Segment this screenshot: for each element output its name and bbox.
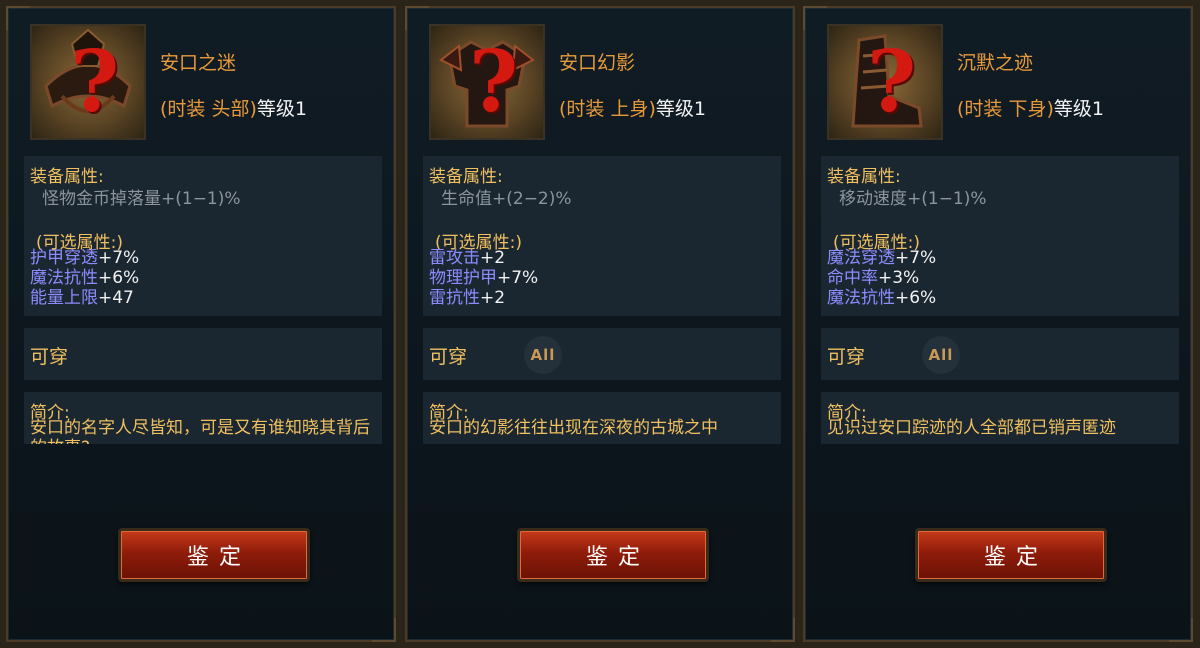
attributes-section: 装备属性: 怪物金币掉落量+(1−1)% (可选属性:) 护甲穿透+7% 魔法抗… — [24, 156, 382, 316]
item-card-upper-body: ? 安口幻影 (时装 上身)等级1 装备属性: 生命值+(2−2)% (可选属性… — [405, 6, 795, 642]
item-type-level: (时装 上身)等级1 — [559, 94, 706, 121]
optional-attribute: 魔法抗性+6% — [827, 288, 937, 308]
optional-attribute: 雷抗性+2 — [429, 288, 506, 308]
description-text: 安口的幻影往往出现在深夜的古城之中 — [429, 418, 718, 438]
identify-button[interactable]: 鉴定 — [517, 528, 709, 582]
item-name: 安口幻影 — [559, 52, 636, 74]
class-all-badge: All — [922, 336, 960, 374]
wearable-label: 可穿 — [30, 346, 69, 368]
identify-button[interactable]: 鉴定 — [915, 528, 1107, 582]
base-attribute: 怪物金币掉落量+(1−1)% — [42, 189, 241, 209]
item-thumbnail[interactable]: ? — [30, 24, 146, 140]
description-section: 简介: 安口的幻影往往出现在深夜的古城之中 — [423, 392, 781, 444]
item-level: 等级1 — [1053, 98, 1104, 120]
description-section: 简介: 安口的名字人尽皆知，可是又有谁知晓其背后的故事? — [24, 392, 382, 444]
item-slot: (时装 上身) — [559, 98, 656, 120]
class-all-badge: All — [524, 336, 562, 374]
optional-attribute: 魔法穿透+7% — [827, 248, 937, 268]
identify-button[interactable]: 鉴定 — [118, 528, 310, 582]
item-type-level: (时装 头部)等级1 — [160, 94, 307, 121]
wearable-label: 可穿 — [429, 346, 468, 368]
item-thumbnail[interactable]: ? — [429, 24, 545, 140]
item-compare-screen: ? 安口之迷 (时装 头部)等级1 装备属性: 怪物金币掉落量+(1−1)% (… — [0, 0, 1200, 648]
optional-attribute: 物理护甲+7% — [429, 268, 539, 288]
optional-attribute: 护甲穿透+7% — [30, 248, 140, 268]
item-slot: (时装 头部) — [160, 98, 257, 120]
optional-attribute: 命中率+3% — [827, 268, 920, 288]
item-level: 等级1 — [655, 98, 706, 120]
item-name: 安口之迷 — [160, 52, 237, 74]
optional-attribute: 魔法抗性+6% — [30, 268, 140, 288]
item-level: 等级1 — [256, 98, 307, 120]
wearable-section: 可穿 — [24, 328, 382, 380]
base-attribute: 移动速度+(1−1)% — [839, 189, 987, 209]
description-section: 简介: 见识过安口踪迹的人全部都已销声匿迹 — [821, 392, 1179, 444]
item-type-level: (时装 下身)等级1 — [957, 94, 1104, 121]
unidentified-question-mark: ? — [867, 32, 917, 131]
item-card-lower-body: ? 沉默之迹 (时装 下身)等级1 装备属性: 移动速度+(1−1)% (可选属… — [803, 6, 1193, 642]
wearable-section: 可穿 All — [821, 328, 1179, 380]
wearable-section: 可穿 All — [423, 328, 781, 380]
optional-attributes-list: 雷攻击+2 物理护甲+7% 雷抗性+2 — [429, 248, 538, 308]
attributes-section: 装备属性: 生命值+(2−2)% (可选属性:) 雷攻击+2 物理护甲+7% 雷… — [423, 156, 781, 316]
item-slot: (时装 下身) — [957, 98, 1054, 120]
optional-attribute: 雷攻击+2 — [429, 248, 506, 268]
attributes-section: 装备属性: 移动速度+(1−1)% (可选属性:) 魔法穿透+7% 命中率+3%… — [821, 156, 1179, 316]
item-card-head: ? 安口之迷 (时装 头部)等级1 装备属性: 怪物金币掉落量+(1−1)% (… — [6, 6, 396, 642]
unidentified-question-mark: ? — [70, 32, 120, 131]
description-text: 安口的名字人尽皆知，可是又有谁知晓其背后的故事? — [30, 418, 370, 444]
item-thumbnail[interactable]: ? — [827, 24, 943, 140]
description-text: 见识过安口踪迹的人全部都已销声匿迹 — [827, 418, 1116, 438]
optional-attributes-list: 护甲穿透+7% 魔法抗性+6% 能量上限+47 — [30, 248, 139, 308]
unidentified-question-mark: ? — [469, 32, 519, 131]
optional-attribute: 能量上限+47 — [30, 288, 134, 308]
wearable-label: 可穿 — [827, 346, 866, 368]
item-name: 沉默之迹 — [957, 52, 1034, 74]
optional-attributes-list: 魔法穿透+7% 命中率+3% 魔法抗性+6% — [827, 248, 936, 308]
base-attribute: 生命值+(2−2)% — [441, 189, 572, 209]
